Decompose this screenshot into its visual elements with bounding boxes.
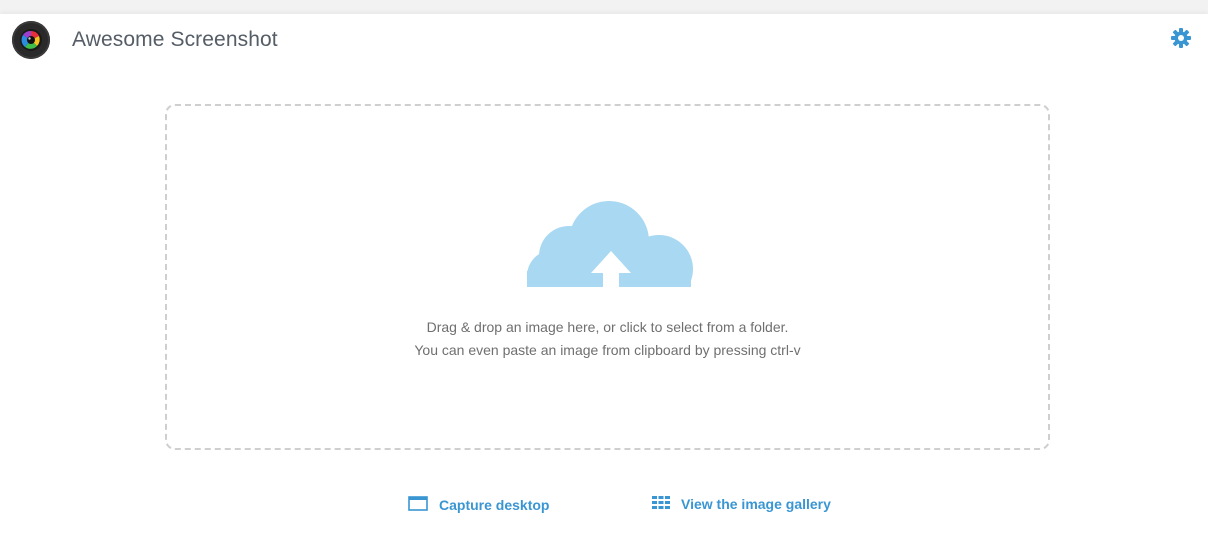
dropzone-paste-hint: You can even paste an image from clipboa… xyxy=(414,342,801,358)
bottom-actions: Capture desktop View the image gallery xyxy=(0,496,1208,520)
window-icon xyxy=(408,496,428,514)
app-title: Awesome Screenshot xyxy=(72,28,278,51)
cloud-upload-icon xyxy=(523,201,695,311)
camera-lens-icon xyxy=(12,21,50,59)
gear-icon[interactable] xyxy=(1170,27,1192,49)
dropzone-instructions: Drag & drop an image here, or click to s… xyxy=(426,319,789,335)
view-gallery-label: View the image gallery xyxy=(681,496,831,512)
image-dropzone[interactable]: Drag & drop an image here, or click to s… xyxy=(165,104,1050,450)
grid-icon xyxy=(652,496,670,512)
view-gallery-button[interactable]: View the image gallery xyxy=(652,496,831,512)
capture-desktop-label: Capture desktop xyxy=(439,497,550,513)
app-header: Awesome Screenshot xyxy=(12,20,278,60)
capture-desktop-button[interactable]: Capture desktop xyxy=(408,496,549,514)
